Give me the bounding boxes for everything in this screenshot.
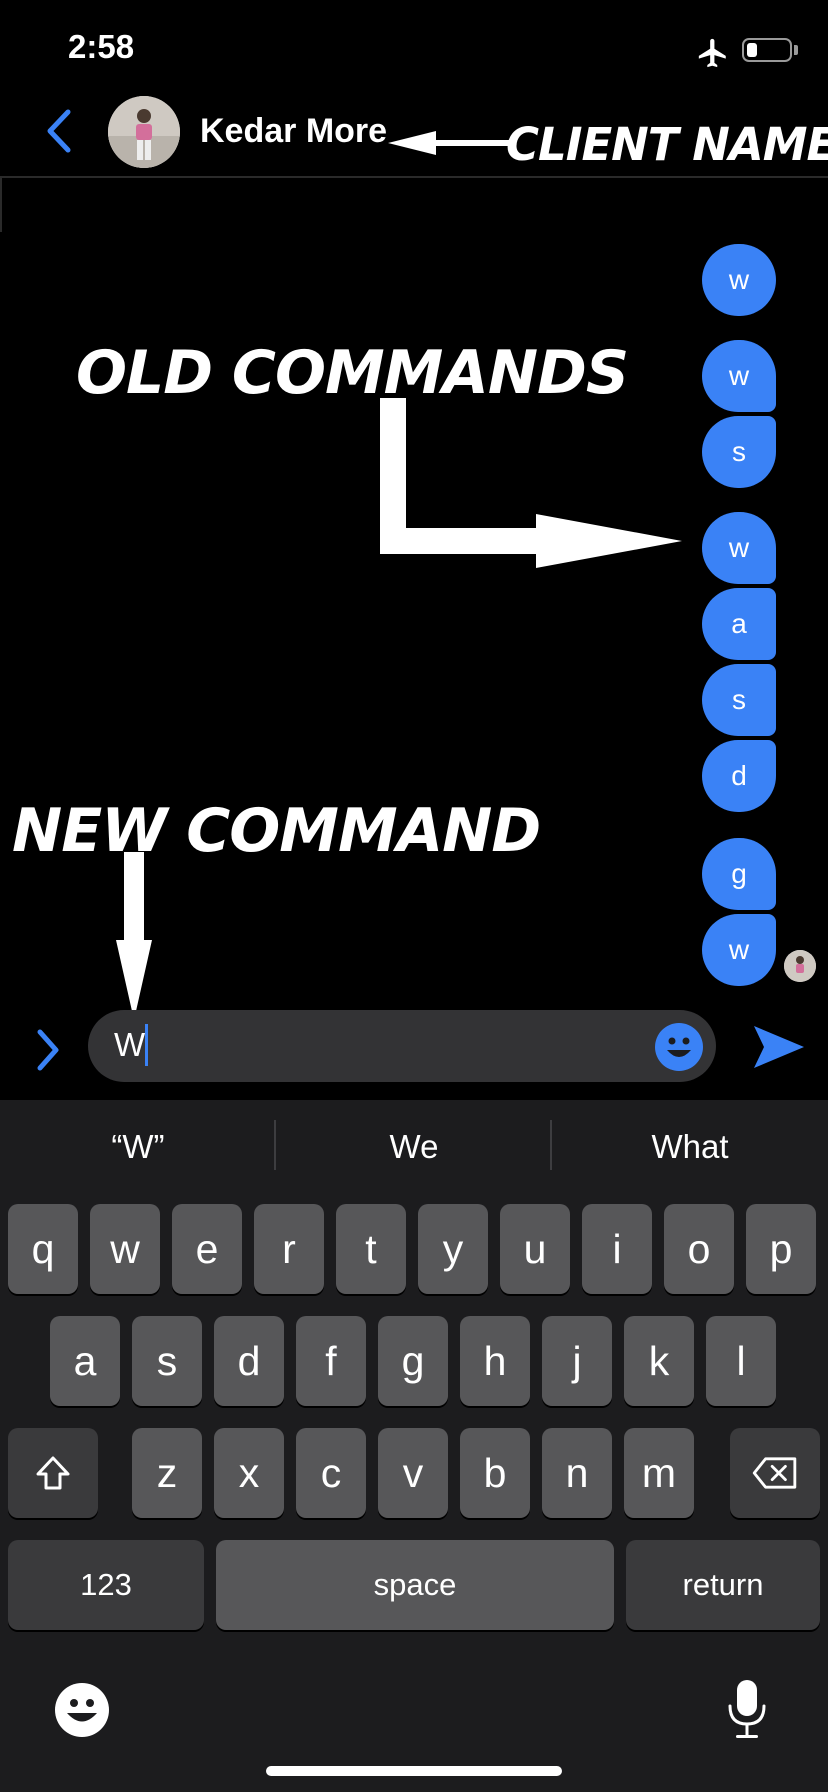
message-input-text[interactable]: W bbox=[114, 1026, 145, 1064]
shift-key[interactable] bbox=[8, 1428, 98, 1518]
key[interactable]: s bbox=[132, 1316, 202, 1406]
message-bubble[interactable]: w bbox=[702, 244, 776, 316]
suggestion[interactable]: “W” bbox=[0, 1128, 276, 1166]
shift-icon bbox=[36, 1456, 70, 1490]
new-command-annotation: NEW COMMAND bbox=[12, 796, 541, 866]
key[interactable]: l bbox=[706, 1316, 776, 1406]
backspace-icon bbox=[752, 1457, 797, 1489]
numbers-key[interactable]: 123 bbox=[8, 1540, 204, 1630]
key[interactable]: o bbox=[664, 1204, 734, 1294]
key[interactable]: m bbox=[624, 1428, 694, 1518]
key[interactable]: y bbox=[418, 1204, 488, 1294]
key[interactable]: r bbox=[254, 1204, 324, 1294]
send-icon[interactable] bbox=[752, 1022, 806, 1072]
key[interactable]: x bbox=[214, 1428, 284, 1518]
text-caret bbox=[145, 1024, 148, 1066]
message-bubble[interactable]: w bbox=[702, 914, 776, 986]
key[interactable]: b bbox=[460, 1428, 530, 1518]
old-commands-annotation: OLD COMMANDS bbox=[76, 338, 629, 408]
key[interactable]: a bbox=[50, 1316, 120, 1406]
home-indicator[interactable] bbox=[266, 1766, 562, 1776]
key[interactable]: c bbox=[296, 1428, 366, 1518]
read-receipt-avatar bbox=[784, 950, 816, 982]
space-key[interactable]: space bbox=[216, 1540, 614, 1630]
key[interactable]: w bbox=[90, 1204, 160, 1294]
chevron-right-icon[interactable] bbox=[32, 1028, 62, 1072]
key[interactable]: u bbox=[500, 1204, 570, 1294]
battery-cap bbox=[794, 45, 798, 55]
message-input[interactable] bbox=[88, 1010, 716, 1082]
old-commands-arrow bbox=[380, 398, 682, 568]
key[interactable]: z bbox=[132, 1428, 202, 1518]
key[interactable]: v bbox=[378, 1428, 448, 1518]
suggestion[interactable]: What bbox=[552, 1128, 828, 1166]
message-bubble[interactable]: s bbox=[702, 416, 776, 488]
key[interactable]: k bbox=[624, 1316, 694, 1406]
contact-name[interactable]: Kedar More bbox=[200, 112, 387, 151]
status-time: 2:58 bbox=[68, 28, 135, 65]
emoji-icon[interactable] bbox=[654, 1022, 704, 1072]
message-bubble[interactable]: s bbox=[702, 664, 776, 736]
key[interactable]: e bbox=[172, 1204, 242, 1294]
key[interactable]: n bbox=[542, 1428, 612, 1518]
message-bubble[interactable]: a bbox=[702, 588, 776, 660]
key[interactable]: d bbox=[214, 1316, 284, 1406]
header-divider bbox=[0, 176, 828, 178]
return-key[interactable]: return bbox=[626, 1540, 820, 1630]
key[interactable]: p bbox=[746, 1204, 816, 1294]
delete-key[interactable] bbox=[730, 1428, 820, 1518]
avatar[interactable] bbox=[108, 96, 180, 168]
new-command-arrow bbox=[116, 852, 152, 1020]
message-bubble[interactable]: w bbox=[702, 340, 776, 412]
microphone-icon[interactable] bbox=[726, 1678, 768, 1740]
client-name-arrow bbox=[388, 131, 510, 155]
battery-level bbox=[747, 43, 757, 57]
message-bubble[interactable]: g bbox=[702, 838, 776, 910]
message-bubble[interactable]: w bbox=[702, 512, 776, 584]
emoji-keyboard-icon[interactable] bbox=[54, 1682, 110, 1738]
key[interactable]: q bbox=[8, 1204, 78, 1294]
airplane-icon bbox=[698, 38, 726, 68]
key[interactable]: g bbox=[378, 1316, 448, 1406]
key[interactable]: f bbox=[296, 1316, 366, 1406]
battery-icon bbox=[742, 38, 792, 62]
client-name-annotation: CLIENT NAME bbox=[506, 118, 828, 171]
key[interactable]: j bbox=[542, 1316, 612, 1406]
message-bubble[interactable]: d bbox=[702, 740, 776, 812]
chevron-left-icon[interactable] bbox=[42, 108, 76, 154]
suggestion[interactable]: We bbox=[276, 1128, 552, 1166]
key[interactable]: i bbox=[582, 1204, 652, 1294]
header-divider-stub bbox=[0, 176, 2, 232]
key[interactable]: h bbox=[460, 1316, 530, 1406]
key[interactable]: t bbox=[336, 1204, 406, 1294]
